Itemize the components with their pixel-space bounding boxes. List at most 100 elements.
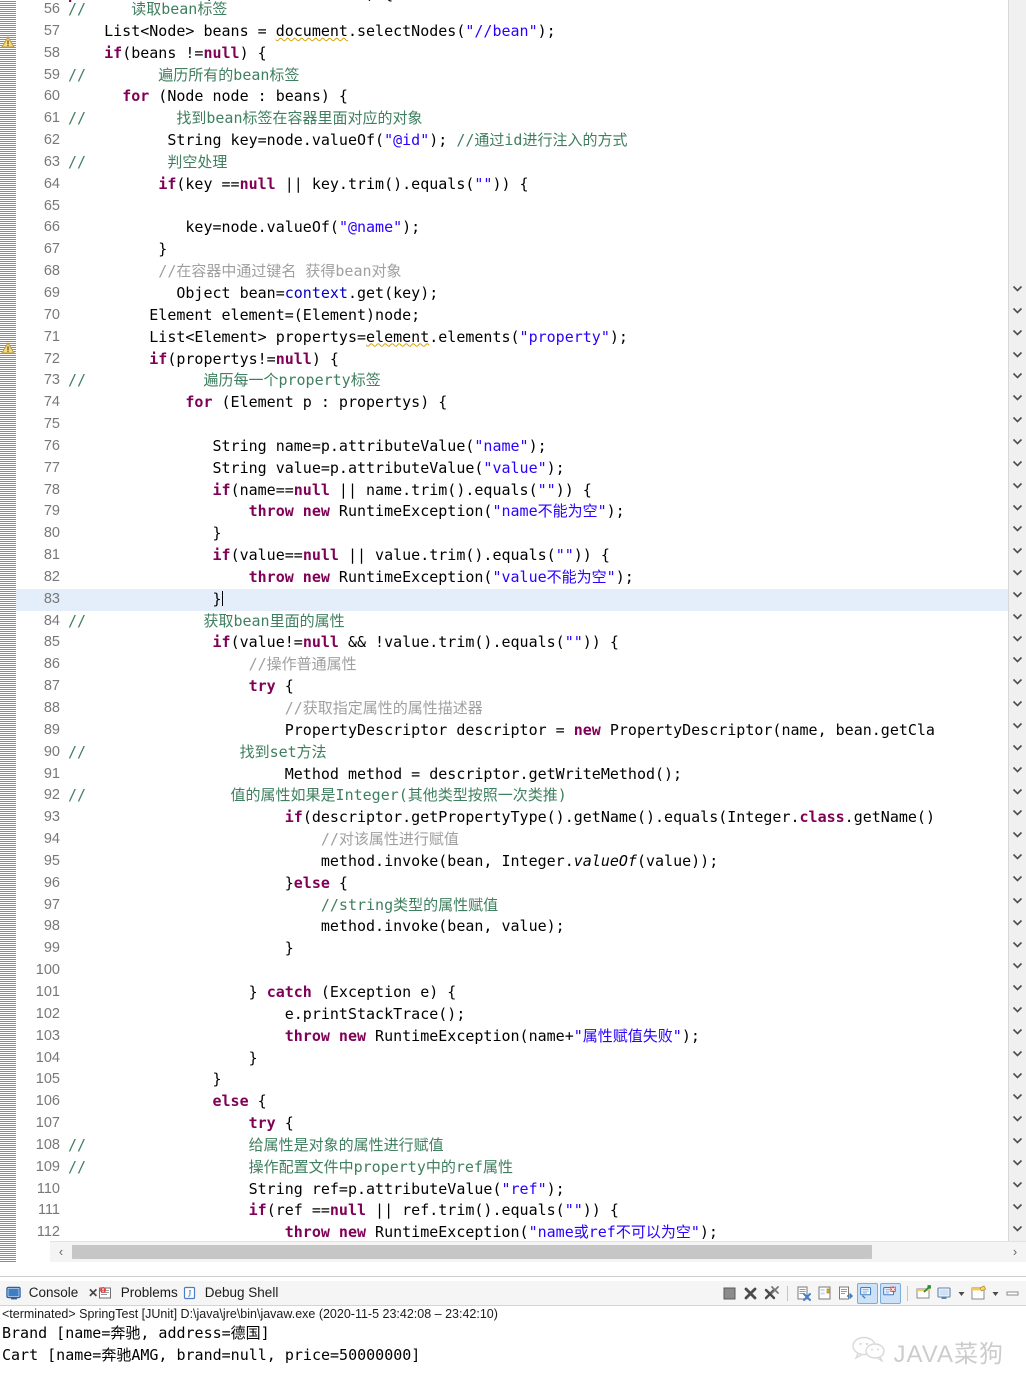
chevron-down-icon[interactable] xyxy=(1012,853,1023,860)
code-line[interactable]: 95 method.invoke(bean, Integer.valueOf(v… xyxy=(16,851,1026,873)
lock-icon[interactable] xyxy=(815,1284,834,1303)
chevron-down-icon[interactable] xyxy=(1012,613,1023,620)
code-line[interactable]: 96 }else { xyxy=(16,873,1026,895)
display-console-icon[interactable] xyxy=(935,1284,954,1303)
console-out-icon[interactable] xyxy=(857,1282,878,1304)
minimize-icon[interactable] xyxy=(1003,1284,1022,1303)
code-line[interactable]: 93 if(descriptor.getPropertyType().getNa… xyxy=(16,807,1026,829)
chevron-down-icon[interactable] xyxy=(1012,766,1023,773)
x-icon[interactable] xyxy=(741,1284,760,1303)
open-console-icon[interactable] xyxy=(969,1284,988,1303)
code-line[interactable]: 110 String ref=p.attributeValue("ref"); xyxy=(16,1179,1026,1201)
code-line[interactable]: 84 // 获取bean里面的属性 xyxy=(16,611,1026,633)
scroll-left-arrow-icon[interactable]: ‹ xyxy=(50,1242,72,1262)
code-line[interactable]: 76 String name=p.attributeValue("name"); xyxy=(16,436,1026,458)
code-line[interactable]: 59 // 遍历所有的bean标签 xyxy=(16,65,1026,87)
code-line[interactable]: 103 throw new RuntimeException(name+"属性赋… xyxy=(16,1026,1026,1048)
code-line[interactable]: 85 if(value!=null && !value.trim().equal… xyxy=(16,632,1026,654)
chevron-down-icon[interactable] xyxy=(1012,1203,1023,1210)
code-line[interactable]: 94 //对该属性进行赋值 xyxy=(16,829,1026,851)
stop-square-icon[interactable] xyxy=(720,1284,739,1303)
code-line[interactable]: 66 key=node.valueOf("@name"); xyxy=(16,217,1026,239)
code-line[interactable]: 106 else { xyxy=(16,1091,1026,1113)
scrollbar-thumb[interactable] xyxy=(72,1245,872,1259)
chevron-down-icon[interactable] xyxy=(1012,722,1023,729)
chevron-down-icon[interactable] xyxy=(1012,1006,1023,1013)
code-line[interactable]: 86 //操作普通属性 xyxy=(16,654,1026,676)
code-editor[interactable]: 55 private void di(Document document) { … xyxy=(0,0,1026,1262)
code-line[interactable]: 102 e.printStackTrace(); xyxy=(16,1004,1026,1026)
chevron-down-icon[interactable] xyxy=(1012,1181,1023,1188)
code-line[interactable]: 92 // 值的属性如果是Integer(其他类型按照一次类推) xyxy=(16,785,1026,807)
chevron-down-icon[interactable] xyxy=(1012,635,1023,642)
code-line[interactable]: 79 throw new RuntimeException("name不能为空"… xyxy=(16,501,1026,523)
editor-horizontal-scrollbar[interactable]: ‹ › xyxy=(50,1241,1026,1262)
chevron-down-icon[interactable] xyxy=(1012,372,1023,380)
chevron-down-icon[interactable] xyxy=(1012,700,1023,707)
code-line[interactable]: 74 for (Element p : propertys) { xyxy=(16,392,1026,414)
chevron-down-icon[interactable] xyxy=(1012,285,1023,292)
code-line[interactable]: 68 //在容器中通过键名 获得bean对象 xyxy=(16,261,1026,283)
chevron-down-icon[interactable] xyxy=(1012,897,1023,904)
chevron-down-icon[interactable] xyxy=(1012,809,1023,817)
code-line[interactable]: 111 if(ref ==null || ref.trim().equals("… xyxy=(16,1200,1026,1222)
warning-marker-icon[interactable] xyxy=(1,341,15,355)
chevron-down-icon[interactable] xyxy=(1012,351,1023,358)
code-line[interactable]: 58 if(beans !=null) { xyxy=(16,43,1026,65)
chevron-down-icon[interactable] xyxy=(1012,547,1023,554)
chevron-down-icon[interactable] xyxy=(1012,1225,1023,1232)
chevron-down-icon[interactable] xyxy=(1012,984,1023,991)
chevron-down-icon[interactable] xyxy=(1012,394,1023,401)
chevron-down-icon[interactable] xyxy=(1012,416,1023,423)
code-line[interactable]: 72 if(propertys!=null) { xyxy=(16,349,1026,371)
chevron-down-icon[interactable] xyxy=(1012,1050,1023,1057)
code-line[interactable]: 75 xyxy=(16,414,1026,436)
code-line[interactable]: 100 xyxy=(16,960,1026,982)
code-line[interactable]: 108 // 给属性是对象的属性进行赋值 xyxy=(16,1135,1026,1157)
code-line[interactable]: 81 if(value==null || value.trim().equals… xyxy=(16,545,1026,567)
chevron-down-icon[interactable] xyxy=(1012,875,1023,882)
warning-marker-icon[interactable] xyxy=(1,35,15,49)
code-line[interactable]: 78 if(name==null || name.trim().equals("… xyxy=(16,480,1026,502)
clear-console-icon[interactable] xyxy=(794,1284,813,1303)
code-line[interactable]: 82 throw new RuntimeException("value不能为空… xyxy=(16,567,1026,589)
code-line[interactable]: 56 // 读取bean标签 xyxy=(16,0,1026,21)
code-line[interactable]: 90 // 找到set方法 xyxy=(16,742,1026,764)
chevron-down-icon[interactable] xyxy=(1012,788,1023,795)
chevron-down-icon[interactable] xyxy=(1012,1159,1023,1166)
chevron-down-icon[interactable] xyxy=(1012,831,1023,838)
chevron-down-icon[interactable] xyxy=(956,1284,967,1303)
code-line[interactable]: 69 Object bean=context.get(key); xyxy=(16,283,1026,305)
chevron-down-icon[interactable] xyxy=(1012,656,1023,664)
overview-ruler[interactable] xyxy=(1008,0,1026,1262)
console-err-icon[interactable] xyxy=(880,1282,901,1304)
chevron-down-icon[interactable] xyxy=(1012,591,1023,598)
code-line[interactable]: 80 } xyxy=(16,523,1026,545)
code-line[interactable]: 104 } xyxy=(16,1048,1026,1070)
code-line[interactable]: 63 // 判空处理 xyxy=(16,152,1026,174)
pin-icon[interactable] xyxy=(914,1284,933,1303)
code-line[interactable]: 101 } catch (Exception e) { xyxy=(16,982,1026,1004)
console-tab-bar[interactable]: Console ✕ Problems J Debug Shell xyxy=(0,1281,1026,1306)
chevron-down-icon-2[interactable] xyxy=(990,1284,1001,1303)
code-line[interactable]: 61 // 找到bean标签在容器里面对应的对象 xyxy=(16,108,1026,130)
code-line[interactable]: 65 xyxy=(16,196,1026,218)
code-line[interactable]: 77 String value=p.attributeValue("value"… xyxy=(16,458,1026,480)
chevron-down-icon[interactable] xyxy=(1012,678,1023,685)
chevron-down-icon[interactable] xyxy=(1012,744,1023,751)
code-line[interactable]: 91 Method method = descriptor.getWriteMe… xyxy=(16,764,1026,786)
close-icon[interactable]: ✕ xyxy=(88,1283,98,1303)
code-text-area[interactable]: 55 private void di(Document document) { … xyxy=(16,0,1026,1262)
code-line[interactable]: 97 //string类型的属性赋值 xyxy=(16,895,1026,917)
code-line[interactable]: 83 } xyxy=(16,588,1026,611)
code-line[interactable]: 109 // 操作配置文件中property中的ref属性 xyxy=(16,1157,1026,1179)
code-line[interactable]: 64 if(key ==null || key.trim().equals(""… xyxy=(16,174,1026,196)
code-line[interactable]: 89 PropertyDescriptor descriptor = new P… xyxy=(16,720,1026,742)
annotation-ruler[interactable] xyxy=(0,0,16,1262)
word-wrap-icon[interactable] xyxy=(836,1284,855,1303)
chevron-down-icon[interactable] xyxy=(1012,504,1023,511)
chevron-down-icon[interactable] xyxy=(1012,1028,1023,1035)
chevron-down-icon[interactable] xyxy=(1012,329,1023,336)
code-line[interactable]: 60 for (Node node : beans) { xyxy=(16,86,1026,108)
code-line[interactable]: 67 } xyxy=(16,239,1026,261)
